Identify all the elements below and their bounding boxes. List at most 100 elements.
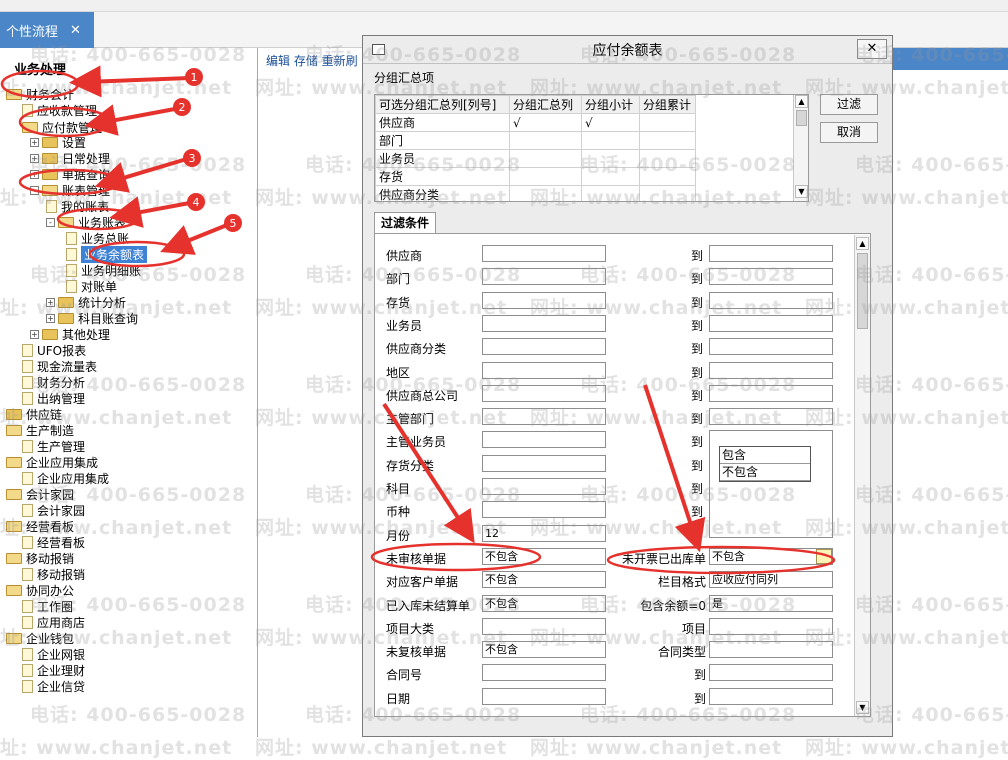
sidebar-item[interactable]: 企业理财: [22, 662, 85, 678]
expand-icon[interactable]: +: [30, 137, 39, 147]
sidebar-item[interactable]: 协同办公: [6, 582, 74, 598]
field-select[interactable]: 是: [709, 594, 833, 612]
field-select[interactable]: 不包含: [482, 641, 606, 659]
expand-icon[interactable]: +: [46, 313, 55, 323]
field-select[interactable]: 不包含: [482, 547, 606, 565]
range-to-input[interactable]: [709, 245, 833, 262]
range-to-input[interactable]: [709, 268, 833, 286]
field-select[interactable]: 不包含: [482, 594, 606, 612]
sidebar-item[interactable]: 企业应用集成: [6, 454, 98, 470]
range-from-input[interactable]: [482, 314, 606, 332]
field-select[interactable]: [709, 617, 833, 635]
range-from-input[interactable]: [482, 338, 606, 356]
range-from-input[interactable]: [482, 454, 606, 472]
field-select[interactable]: [709, 687, 833, 705]
sidebar-item[interactable]: 经营看板: [22, 534, 85, 550]
field-select[interactable]: [482, 617, 606, 635]
sidebar-item[interactable]: 企业应用集成: [22, 470, 109, 486]
expand-icon[interactable]: +: [30, 329, 39, 339]
expand-icon[interactable]: +: [30, 153, 39, 163]
field-select[interactable]: [709, 664, 833, 682]
collapse-icon[interactable]: -: [30, 185, 39, 195]
table-row[interactable]: 业务员: [375, 149, 696, 168]
sidebar-item[interactable]: 财务会计: [6, 86, 74, 102]
sidebar-item[interactable]: + 科目账查询: [46, 310, 138, 326]
sidebar-item[interactable]: 应收款管理: [22, 102, 97, 118]
sidebar-item[interactable]: + 日常处理: [30, 150, 110, 166]
table-cell[interactable]: [639, 185, 696, 201]
table-row[interactable]: 存货: [375, 167, 696, 186]
expand-icon[interactable]: +: [46, 297, 55, 307]
sidebar-item[interactable]: + 其他处理: [30, 326, 110, 342]
field-select[interactable]: 不包含: [709, 547, 833, 565]
range-to-input[interactable]: [709, 384, 833, 402]
cancel-button[interactable]: 取消: [820, 122, 878, 143]
range-from-input[interactable]: [482, 291, 606, 309]
sidebar-item[interactable]: 供应链: [6, 406, 62, 422]
sidebar-item[interactable]: + 单据查询: [30, 166, 110, 182]
expand-icon[interactable]: +: [30, 169, 39, 179]
range-from-input[interactable]: [482, 478, 606, 495]
tab-filter-conditions[interactable]: 过滤条件: [374, 212, 436, 234]
range-from-input[interactable]: [482, 268, 606, 286]
range-from-input[interactable]: [482, 431, 606, 449]
range-from-input[interactable]: [482, 245, 606, 262]
sidebar-item[interactable]: 移动报销: [22, 566, 85, 582]
sidebar-item[interactable]: 业务余额表: [66, 245, 148, 263]
scroll-up-icon[interactable]: ▲: [795, 95, 808, 108]
tab-personal-flow[interactable]: 个性流程 ✕: [0, 12, 94, 48]
sidebar-item[interactable]: 企业信贷: [22, 678, 85, 694]
sidebar-item[interactable]: 会计家园: [6, 486, 74, 502]
sidebar-item[interactable]: 经营看板: [6, 518, 74, 534]
field-select[interactable]: 不包含: [482, 571, 606, 589]
sidebar-item[interactable]: 应用商店: [22, 614, 85, 630]
table-cell[interactable]: [581, 167, 640, 186]
sidebar-item[interactable]: 业务总账: [66, 230, 129, 246]
sidebar-item[interactable]: - 业务账表: [46, 214, 126, 230]
sidebar-item[interactable]: - 账表管理: [30, 182, 110, 198]
field-select[interactable]: [709, 641, 833, 659]
table-cell[interactable]: √: [509, 113, 582, 132]
sidebar-item[interactable]: + 设置: [30, 134, 86, 150]
table-cell[interactable]: [639, 131, 696, 150]
table-row[interactable]: 部门: [375, 131, 696, 150]
table-cell[interactable]: [509, 185, 582, 201]
sidebar-item[interactable]: 生产管理: [22, 438, 85, 454]
table-cell[interactable]: [509, 131, 582, 150]
scroll-down-icon[interactable]: ▼: [856, 701, 869, 714]
range-to-input[interactable]: [709, 291, 833, 309]
range-to-input[interactable]: [709, 361, 833, 379]
range-from-input[interactable]: [482, 361, 606, 379]
sidebar-item[interactable]: 我的账表: [46, 198, 109, 214]
sidebar-item[interactable]: 企业钱包: [6, 630, 74, 646]
dropdown-list[interactable]: 包含 不包含: [719, 446, 811, 482]
close-icon[interactable]: ✕: [70, 23, 81, 38]
table-cell[interactable]: [639, 149, 696, 168]
range-to-input[interactable]: [709, 314, 833, 332]
table-row[interactable]: 供应商分类: [375, 185, 696, 201]
scroll-down-icon[interactable]: ▼: [795, 185, 808, 198]
sidebar-item[interactable]: 财务分析: [22, 374, 85, 390]
table-cell[interactable]: [639, 113, 696, 132]
range-from-input[interactable]: [482, 384, 606, 402]
table-cell[interactable]: [509, 149, 582, 168]
filter-scrollbar[interactable]: ▲ ▼: [854, 235, 870, 716]
dropdown-option[interactable]: 不包含: [720, 464, 810, 481]
range-to-input[interactable]: [709, 408, 833, 426]
table-cell[interactable]: [509, 167, 582, 186]
range-from-input[interactable]: [482, 408, 606, 426]
sidebar-item[interactable]: 移动报销: [6, 550, 74, 566]
collapse-icon[interactable]: -: [46, 217, 55, 227]
sidebar-item[interactable]: 出纳管理: [22, 390, 85, 406]
table-row[interactable]: 供应商 √ √: [375, 113, 696, 132]
field-select[interactable]: 应收应付同列: [709, 571, 833, 589]
scroll-thumb[interactable]: [796, 110, 807, 126]
sidebar-item[interactable]: 业务明细账: [66, 262, 141, 278]
range-from-input[interactable]: [482, 501, 606, 519]
sidebar-item[interactable]: 现金流量表: [22, 358, 97, 374]
sidebar-item[interactable]: 对账单: [66, 278, 117, 294]
table-cell[interactable]: [581, 131, 640, 150]
field-select[interactable]: [482, 664, 606, 682]
table-cell[interactable]: √: [581, 113, 640, 132]
field-select[interactable]: [482, 687, 606, 705]
